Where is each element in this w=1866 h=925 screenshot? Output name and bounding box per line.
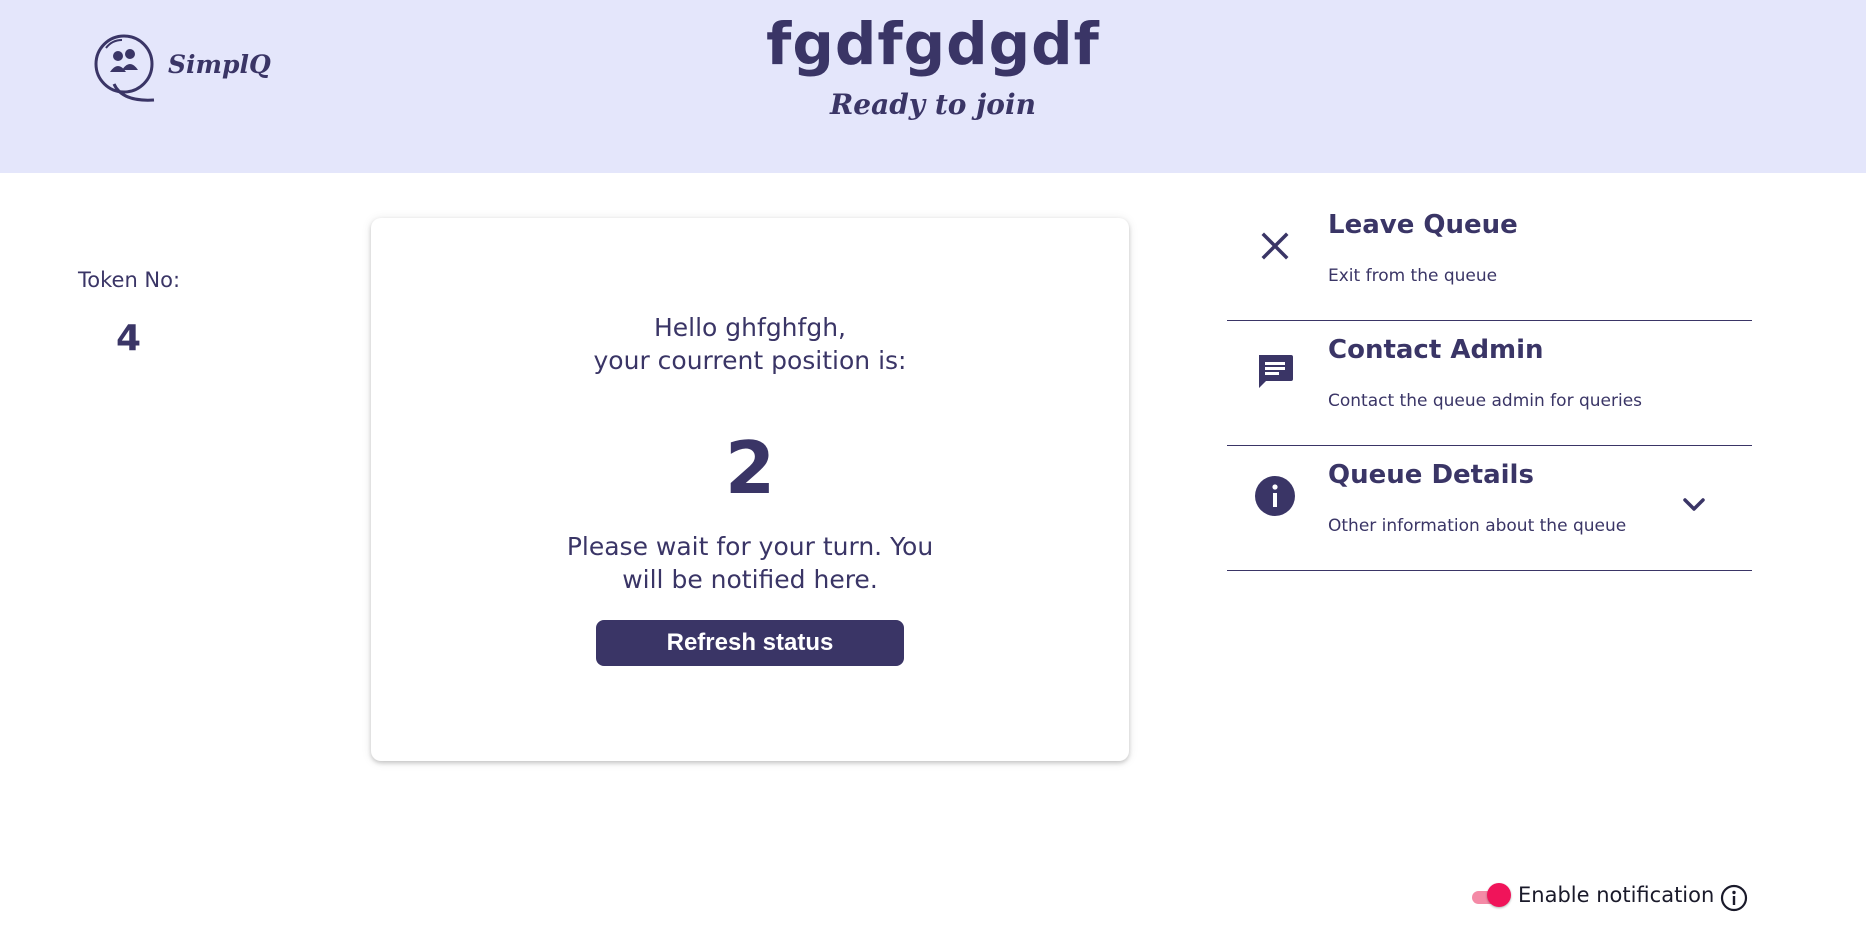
queue-details-title: Queue Details (1328, 460, 1534, 490)
greeting-line-2: your courrent position is: (593, 346, 907, 375)
queue-name: fgdfgdgdf (766, 10, 1100, 78)
queue-details-description: Other information about the queue (1328, 516, 1627, 536)
queue-details-action[interactable]: Queue Details Other information about th… (1227, 446, 1752, 571)
notification-toggle[interactable] (1487, 883, 1511, 907)
header: SimplQ fgdfgdgdf Ready to join (0, 0, 1866, 173)
contact-admin-title: Contact Admin (1328, 335, 1544, 365)
greeting: Hello ghfghfgh, your courrent position i… (371, 311, 1129, 377)
info-icon (1255, 476, 1295, 516)
contact-admin-action[interactable]: Contact Admin Contact the queue admin fo… (1227, 321, 1752, 446)
leave-queue-description: Exit from the queue (1328, 266, 1498, 286)
token-number: 4 (116, 318, 142, 359)
notification-toggle-row: Enable notification (1470, 880, 1750, 914)
greeting-line-1: Hello ghfghfgh, (653, 313, 846, 342)
queue-status: Ready to join (830, 88, 1036, 121)
chat-icon (1259, 355, 1293, 388)
leave-queue-title: Leave Queue (1328, 210, 1518, 240)
leave-queue-action[interactable]: Leave Queue Exit from the queue (1227, 196, 1752, 321)
wait-message: Please wait for your turn. You will be n… (566, 532, 934, 594)
notification-info-icon[interactable] (1720, 884, 1748, 912)
notification-label: Enable notification (1518, 883, 1715, 907)
contact-admin-description: Contact the queue admin for queries (1328, 391, 1643, 411)
chevron-down-icon[interactable] (1679, 490, 1709, 520)
actions-panel: Leave Queue Exit from the queue Contact … (1227, 196, 1752, 571)
queue-position: 2 (724, 426, 776, 510)
status-card: Hello ghfghfgh, your courrent position i… (371, 218, 1129, 761)
close-icon (1261, 232, 1289, 260)
token-label: Token No: (78, 268, 181, 292)
refresh-status-button[interactable]: Refresh status (596, 620, 904, 666)
